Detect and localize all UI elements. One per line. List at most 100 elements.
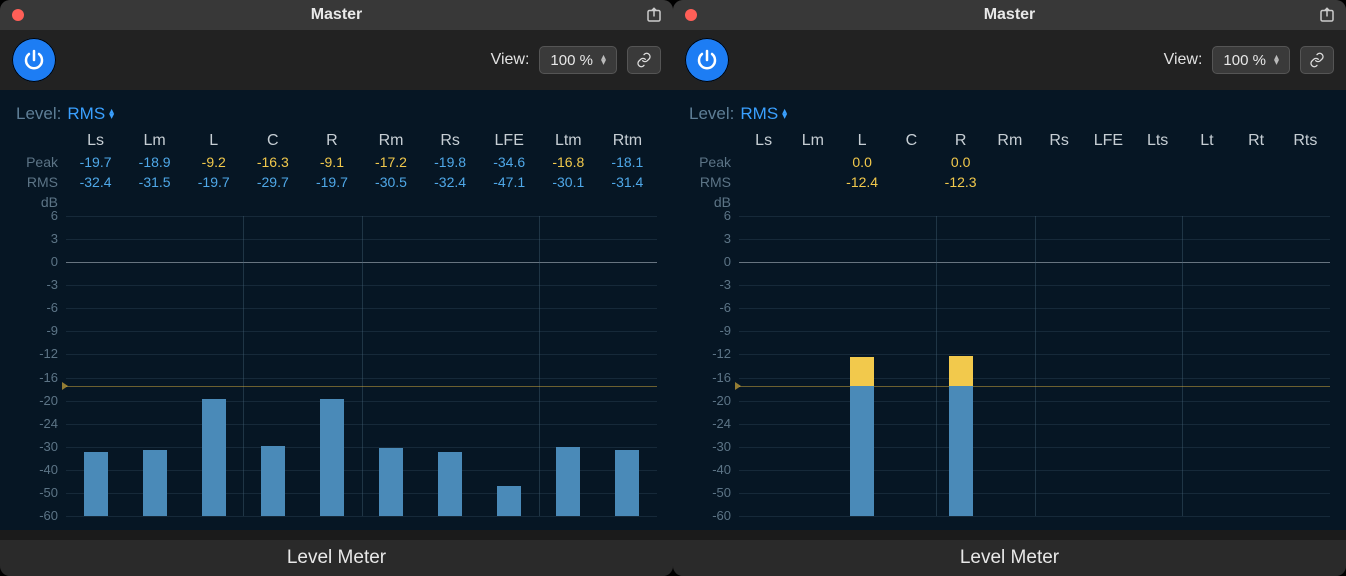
meter-bar-slot bbox=[739, 216, 788, 516]
db-tick: -12 bbox=[18, 346, 58, 361]
channel-label: C bbox=[243, 132, 302, 152]
titlebar: Master bbox=[0, 0, 673, 30]
meter-bar-slot bbox=[887, 216, 936, 516]
db-tick: -60 bbox=[691, 508, 731, 523]
db-tick: -40 bbox=[18, 462, 58, 477]
meter-chart: 630-3-6-9-12-16-20-24-30-40-50-60 bbox=[739, 216, 1330, 516]
rms-value: -30.1 bbox=[539, 174, 598, 190]
meter-bar-slot bbox=[539, 216, 598, 516]
plugin-body: Level:RMS▴▾LsLmLCRRmRsLFELtmRtmPeak-19.7… bbox=[0, 90, 673, 530]
meter-bar-slot bbox=[480, 216, 539, 516]
meter-bar bbox=[84, 452, 108, 516]
channel-label: Rm bbox=[361, 132, 420, 152]
db-tick: -9 bbox=[691, 323, 731, 338]
channel-label: Lt bbox=[1182, 132, 1231, 152]
meter-bar bbox=[556, 447, 580, 516]
power-button[interactable] bbox=[685, 38, 729, 82]
peak-value: -18.1 bbox=[598, 154, 657, 170]
meter-bar bbox=[261, 446, 285, 516]
power-button[interactable] bbox=[12, 38, 56, 82]
level-label: Level: bbox=[689, 104, 734, 124]
plugin-body: Level:RMS▴▾LsLmLCRRmRsLFELtsLtRtRtsPeak0… bbox=[673, 90, 1346, 530]
level-select[interactable]: RMS▴▾ bbox=[67, 104, 114, 124]
meter-bar-slot bbox=[421, 216, 480, 516]
db-tick: -9 bbox=[18, 323, 58, 338]
channel-label: Rs bbox=[421, 132, 480, 152]
channel-label: R bbox=[302, 132, 361, 152]
meter-bar bbox=[497, 486, 521, 516]
channel-label: Lm bbox=[125, 132, 184, 152]
channel-label: Lts bbox=[1133, 132, 1182, 152]
meter-bar bbox=[202, 399, 226, 516]
level-select[interactable]: RMS▴▾ bbox=[740, 104, 787, 124]
level-label: Level: bbox=[16, 104, 61, 124]
channel-label: Rts bbox=[1281, 132, 1330, 152]
meter-bar bbox=[949, 356, 973, 516]
plugin-footer: Level Meter bbox=[673, 540, 1346, 576]
meter-bar-slot bbox=[1281, 216, 1330, 516]
channel-label: Ltm bbox=[539, 132, 598, 152]
view-select[interactable]: 100 %▴▾ bbox=[539, 46, 617, 74]
channel-label: R bbox=[936, 132, 985, 152]
peak-value: -9.1 bbox=[302, 154, 361, 170]
meter-bar-slot bbox=[125, 216, 184, 516]
meter-bar-slot bbox=[838, 216, 887, 516]
meter-bar-slot bbox=[1133, 216, 1182, 516]
peak-value: -34.6 bbox=[480, 154, 539, 170]
meter-grid: LsLmLCRRmRsLFELtsLtRtRtsPeak0.00.0-12.4-… bbox=[739, 132, 1330, 512]
db-tick: 0 bbox=[18, 254, 58, 269]
channel-label: L bbox=[184, 132, 243, 152]
meter-bar-slot bbox=[1232, 216, 1281, 516]
rms-value: -31.4 bbox=[598, 174, 657, 190]
view-select[interactable]: 100 %▴▾ bbox=[1212, 46, 1290, 74]
rms-value: -47.1 bbox=[480, 174, 539, 190]
meter-bar-slot bbox=[361, 216, 420, 516]
meter-bar-cap bbox=[850, 357, 874, 386]
meter-bar-slot bbox=[936, 216, 985, 516]
meter-bar-slot bbox=[985, 216, 1034, 516]
channel-label: LFE bbox=[480, 132, 539, 152]
peak-label: Peak bbox=[18, 154, 58, 170]
db-tick: -16 bbox=[18, 370, 58, 385]
db-tick: -60 bbox=[18, 508, 58, 523]
db-tick: -24 bbox=[691, 416, 731, 431]
db-tick: 6 bbox=[691, 208, 731, 223]
meter-bar bbox=[850, 357, 874, 516]
meter-bar-slot bbox=[1182, 216, 1231, 516]
peak-value: -19.7 bbox=[66, 154, 125, 170]
db-tick: -30 bbox=[691, 439, 731, 454]
stepper-icon: ▴▾ bbox=[1274, 55, 1279, 65]
db-tick: -20 bbox=[18, 393, 58, 408]
link-button[interactable] bbox=[627, 46, 661, 74]
db-tick: -50 bbox=[691, 485, 731, 500]
view-label: View: bbox=[491, 51, 530, 69]
rms-value: -12.3 bbox=[936, 174, 985, 190]
meter-bar-cap bbox=[949, 356, 973, 386]
peak-value: 0.0 bbox=[936, 154, 985, 170]
stepper-icon: ▴▾ bbox=[782, 109, 787, 119]
peak-label: Peak bbox=[691, 154, 731, 170]
meter-bar bbox=[615, 450, 639, 516]
plugin-footer: Level Meter bbox=[0, 540, 673, 576]
db-tick: -30 bbox=[18, 439, 58, 454]
meter-bar bbox=[438, 452, 462, 516]
link-button[interactable] bbox=[1300, 46, 1334, 74]
peak-value: 0.0 bbox=[838, 154, 887, 170]
channel-label: Lm bbox=[788, 132, 837, 152]
db-tick: 0 bbox=[691, 254, 731, 269]
db-tick: -50 bbox=[18, 485, 58, 500]
channel-label: C bbox=[887, 132, 936, 152]
meter-bar-slot bbox=[1035, 216, 1084, 516]
plugin-window: Master View: 100 %▴▾ Level: RMS▴▾ LsLmLCRRmRs… bbox=[0, 0, 673, 576]
view-label: View: bbox=[1164, 51, 1203, 69]
popout-icon[interactable] bbox=[1318, 6, 1336, 24]
channel-label: Ls bbox=[739, 132, 788, 152]
meter-bar-slot bbox=[302, 216, 361, 516]
rms-value: -12.4 bbox=[838, 174, 887, 190]
channel-label: L bbox=[838, 132, 887, 152]
db-tick: -20 bbox=[691, 393, 731, 408]
peak-value: -17.2 bbox=[361, 154, 420, 170]
rms-value: -32.4 bbox=[66, 174, 125, 190]
channel-label: Ls bbox=[66, 132, 125, 152]
popout-icon[interactable] bbox=[645, 6, 663, 24]
